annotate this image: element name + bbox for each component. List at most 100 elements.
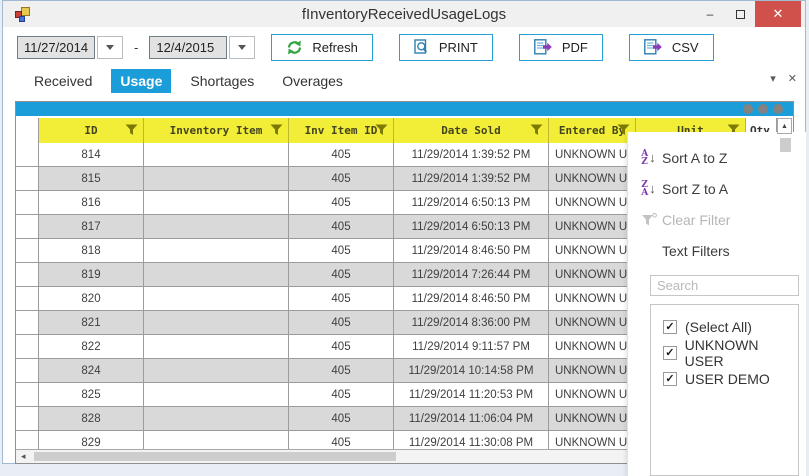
menu-item-label: Clear Filter [662,212,730,228]
close-button[interactable]: ✕ [755,1,801,27]
export-csv-icon [644,39,663,55]
filter-funnel-icon[interactable] [125,124,138,136]
row-selector-cell[interactable] [16,287,39,310]
row-selector-cell[interactable] [16,215,39,238]
cell-inv_item_id: 405 [289,359,394,382]
cell-entered_by: UNKNOWN USER [549,383,636,406]
date-range-separator: - [134,40,138,55]
column-header-label: ID [84,124,97,137]
sort-az-icon: AZ↓ [635,150,662,166]
cell-id: 828 [39,407,144,430]
filter-option-label: UNKNOWN USER [685,337,798,369]
cell-inventory_item [144,167,289,190]
menu-item-text-filters[interactable]: Text Filters [628,235,806,266]
cell-entered_by: UNKNOWN USER [549,263,636,286]
vertical-scrollbar-thumb[interactable] [780,138,791,152]
cell-inventory_item [144,215,289,238]
cell-inv_item_id: 405 [289,263,394,286]
print-preview-icon [414,39,430,56]
row-selector-cell[interactable] [16,311,39,334]
cell-inv_item_id: 405 [289,311,394,334]
grid-caption-bar[interactable] [16,102,793,116]
cell-id: 819 [39,263,144,286]
filter-option-unknown-user[interactable]: ✓ UNKNOWN USER [651,340,798,366]
row-selector-cell[interactable] [16,263,39,286]
cell-entered_by: UNKNOWN USER [549,407,636,430]
date-to-input[interactable]: 12/4/2015 [149,36,227,59]
cell-id: 814 [39,143,144,166]
filter-search-input[interactable] [650,275,799,296]
print-button[interactable]: PRINT [399,34,493,61]
row-selector-cell[interactable] [16,407,39,430]
checkbox-icon[interactable]: ✓ [663,372,677,386]
tab-received[interactable]: Received [25,69,101,93]
tab-usage[interactable]: Usage [111,69,171,93]
scroll-up-icon[interactable]: ▲ [777,118,792,134]
tab-close-icon[interactable]: ✕ [788,72,797,85]
row-selector-cell[interactable] [16,431,39,449]
cell-date_sold: 11/29/2014 1:39:52 PM [394,143,549,166]
cell-id: 818 [39,239,144,262]
scroll-left-icon[interactable]: ◂ [21,451,26,462]
tab-shortages[interactable]: Shortages [181,69,263,93]
date-from-input[interactable]: 11/27/2014 [17,36,95,59]
row-selector-cell[interactable] [16,359,39,382]
pdf-button[interactable]: PDF [519,34,603,61]
row-selector-cell[interactable] [16,191,39,214]
column-header-entered_by[interactable]: Entered By [549,118,636,143]
window-title: fInventoryReceivedUsageLogs [3,6,805,23]
cell-inv_item_id: 405 [289,167,394,190]
minimize-button[interactable]: – [695,1,725,27]
cell-date_sold: 11/29/2014 7:26:44 PM [394,263,549,286]
filter-funnel-icon[interactable] [375,124,388,136]
vertical-scrollbar[interactable]: ▲ [777,118,793,152]
date-from-group: 11/27/2014 [17,36,123,59]
print-button-label: PRINT [439,40,478,55]
cell-inv_item_id: 405 [289,383,394,406]
menu-item-label: Text Filters [662,243,730,259]
tab-overages[interactable]: Overages [273,69,352,93]
date-from-dropdown-button[interactable] [97,36,123,59]
csv-button[interactable]: CSV [629,34,714,61]
cell-entered_by: UNKNOWN USER [549,335,636,358]
sort-za-icon: ZA↓ [635,181,662,197]
column-header-inventory_item[interactable]: Inventory Item [144,118,289,143]
horizontal-scrollbar-thumb[interactable] [34,452,396,461]
refresh-button[interactable]: Refresh [271,34,373,61]
cell-id: 816 [39,191,144,214]
filter-funnel-icon[interactable] [270,124,283,136]
maximize-icon [736,10,745,19]
menu-item-label: Sort Z to A [662,181,728,197]
menu-item-sort-z-to-a[interactable]: ZA↓Sort Z to A [628,173,806,204]
filter-dropdown-panel: AZ↓Sort A to ZZA↓Sort Z to AClear Filter… [627,132,806,476]
cell-id: 821 [39,311,144,334]
filter-option-user-demo[interactable]: ✓ USER DEMO [651,366,798,392]
pdf-button-label: PDF [562,40,588,55]
filter-funnel-icon[interactable] [530,124,543,136]
filter-option-label: USER DEMO [685,371,770,387]
cell-inventory_item [144,383,289,406]
row-selector-cell[interactable] [16,143,39,166]
cell-id: 825 [39,383,144,406]
cell-id: 824 [39,359,144,382]
row-selector-cell[interactable] [16,167,39,190]
cell-inv_item_id: 405 [289,287,394,310]
cell-entered_by: UNKNOWN USER [549,431,636,449]
cell-date_sold: 11/29/2014 10:14:58 PM [394,359,549,382]
column-header-inv_item_id[interactable]: Inv Item ID [289,118,394,143]
row-selector-cell[interactable] [16,335,39,358]
column-header-id[interactable]: ID [39,118,144,143]
refresh-button-label: Refresh [312,40,358,55]
date-to-dropdown-button[interactable] [229,36,255,59]
row-selector-cell[interactable] [16,239,39,262]
maximize-button[interactable] [725,1,755,27]
checkbox-icon[interactable]: ✓ [663,320,677,334]
tab-menu-icon[interactable]: ▾ [770,72,776,85]
checkbox-icon[interactable]: ✓ [663,346,677,360]
row-selector-cell[interactable] [16,383,39,406]
cell-id: 829 [39,431,144,449]
chevron-down-icon [106,45,114,50]
refresh-icon [286,39,303,56]
toolbar: 11/27/2014 - 12/4/2015 Refresh [3,27,805,67]
column-header-date_sold[interactable]: Date Sold [394,118,549,143]
